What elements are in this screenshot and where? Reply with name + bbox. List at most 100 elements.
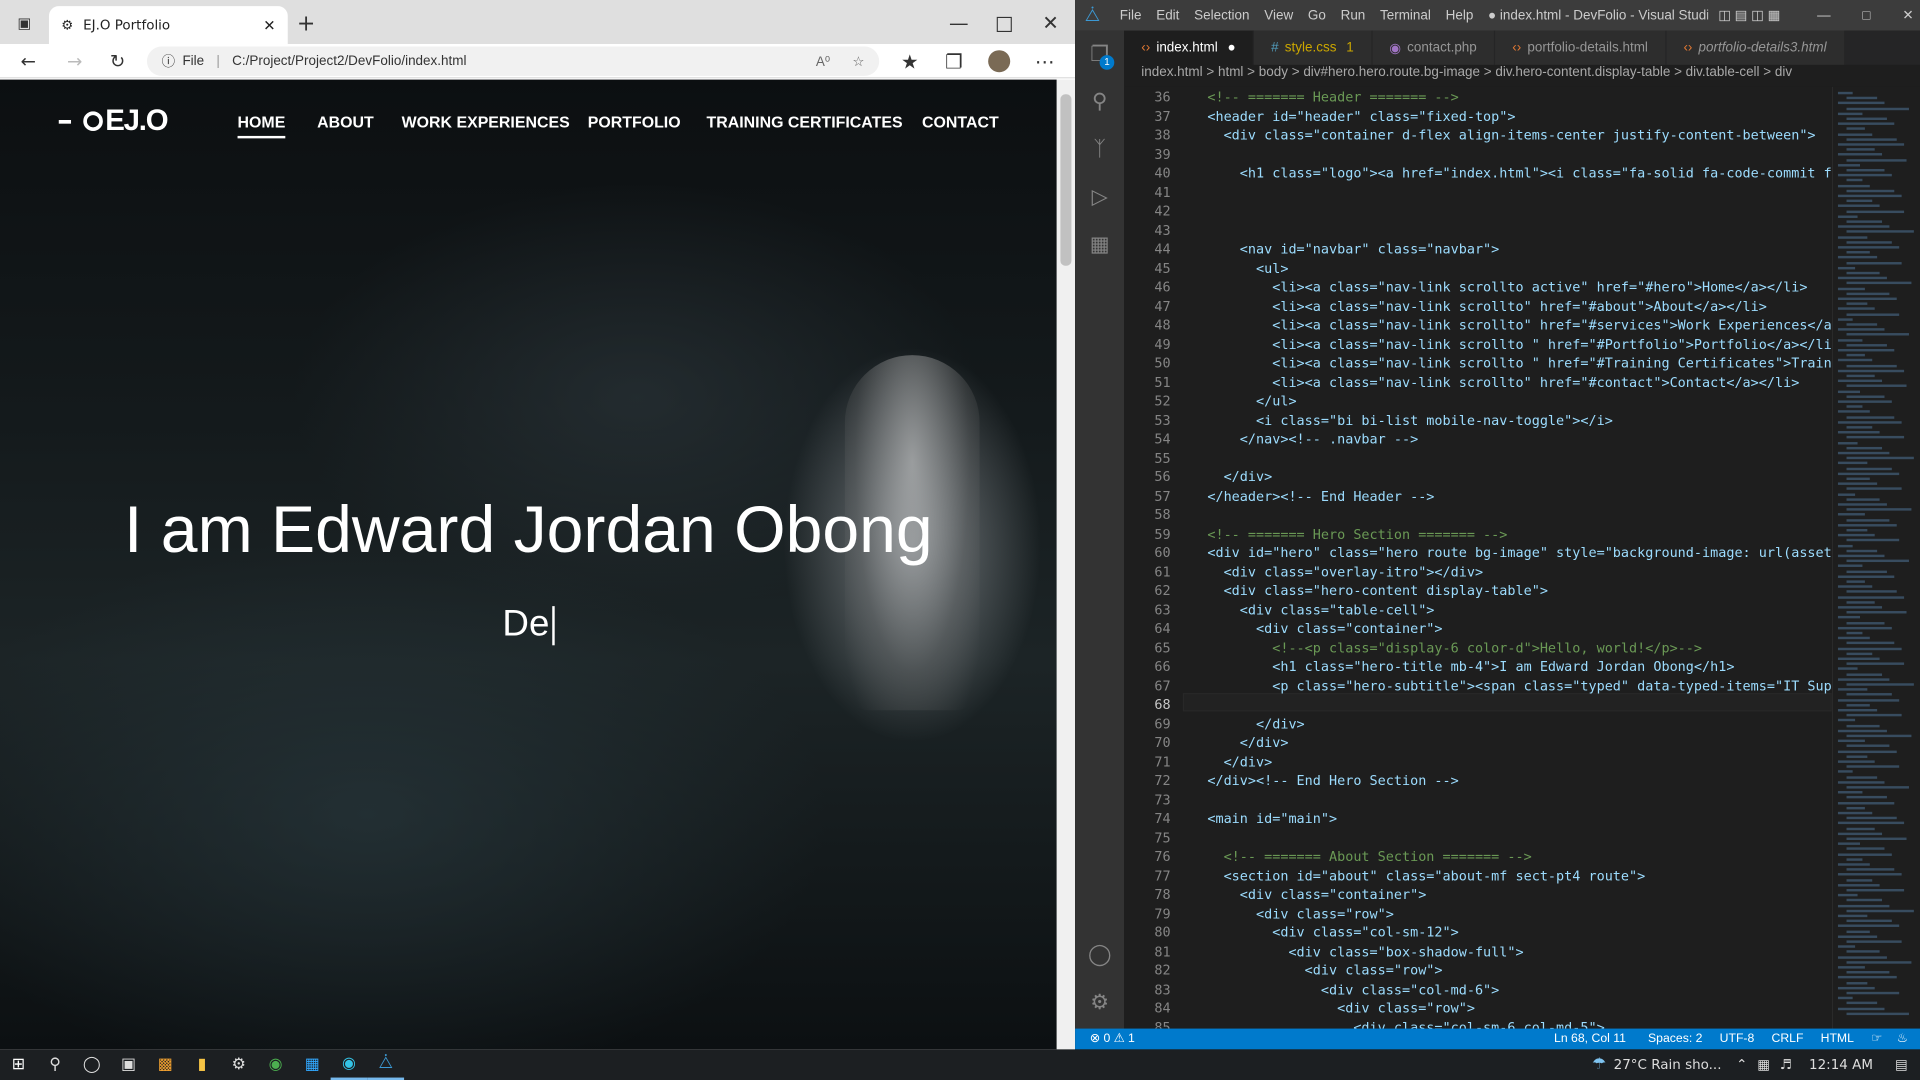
code-line[interactable]: <h1 class="hero-title mb-4">I am Edward … bbox=[1207, 659, 1734, 675]
code-line[interactable]: <i class="bi bi-list mobile-nav-toggle">… bbox=[1207, 412, 1613, 428]
start-windows-icon[interactable]: ⊞ bbox=[0, 1049, 37, 1080]
feedback-icon[interactable]: ☞ bbox=[1871, 1032, 1882, 1045]
weather-text[interactable]: 27°C Rain sho... bbox=[1614, 1057, 1722, 1073]
code-line[interactable]: <ul> bbox=[1207, 260, 1288, 276]
tab-close-icon[interactable]: ✕ bbox=[263, 17, 275, 34]
menu-selection[interactable]: Selection bbox=[1187, 8, 1257, 23]
vscode-maximize-icon[interactable]: □ bbox=[1862, 8, 1870, 23]
menu-help[interactable]: Help bbox=[1438, 8, 1480, 23]
code-line[interactable]: <!-- ======= About Section ======= --> bbox=[1207, 849, 1532, 865]
nav-home[interactable]: HOME bbox=[237, 113, 286, 139]
code-line[interactable]: <li><a class="nav-link scrollto" href="#… bbox=[1207, 374, 1799, 390]
code-line[interactable]: <div id="hero" class="hero route bg-imag… bbox=[1207, 545, 1831, 561]
read-aloud-icon[interactable]: A⁰ bbox=[816, 53, 830, 69]
tab-portfolio-details3[interactable]: ‹› portfolio-details3.html bbox=[1666, 30, 1845, 65]
menu-terminal[interactable]: Terminal bbox=[1373, 8, 1439, 23]
chrome-icon[interactable]: ◉ bbox=[257, 1049, 294, 1080]
code-line[interactable]: </div> bbox=[1207, 716, 1305, 732]
tray-chevron-icon[interactable]: ⌃ bbox=[1736, 1057, 1747, 1073]
menu-run[interactable]: Run bbox=[1333, 8, 1372, 23]
unsaved-dot[interactable]: ● bbox=[1228, 40, 1236, 55]
menu-view[interactable]: View bbox=[1257, 8, 1301, 23]
menu-edit[interactable]: Edit bbox=[1149, 8, 1187, 23]
code-line[interactable]: </ul> bbox=[1207, 393, 1297, 409]
code-editor[interactable]: 36 <!-- ======= Header ======= --> 37 <head… bbox=[1124, 86, 1832, 1029]
source-control-icon[interactable]: ᛉ bbox=[1085, 135, 1114, 164]
run-debug-icon[interactable]: ▷ bbox=[1085, 182, 1114, 211]
scrollbar-thumb[interactable] bbox=[1060, 94, 1072, 266]
close-window-icon[interactable]: ✕ bbox=[1038, 10, 1062, 34]
tab-style-css[interactable]: # style.css 1 bbox=[1254, 30, 1373, 65]
code-line[interactable]: <div class="col-md-6"> bbox=[1207, 981, 1499, 997]
cursor-position[interactable]: Ln 68, Col 11 bbox=[1554, 1032, 1626, 1045]
search-icon[interactable]: ⚲ bbox=[1085, 87, 1114, 116]
xampp-icon[interactable]: ▩ bbox=[147, 1049, 184, 1080]
code-line[interactable]: <nav id="navbar" class="navbar"> bbox=[1207, 241, 1500, 257]
encoding-status[interactable]: UTF-8 bbox=[1720, 1032, 1755, 1045]
nav-training-certificates[interactable]: TRAINING CERTIFICATES bbox=[707, 113, 903, 131]
language-mode[interactable]: HTML bbox=[1821, 1032, 1854, 1045]
code-line[interactable]: <header id="header" class="fixed-top"> bbox=[1207, 108, 1515, 124]
code-line[interactable]: <li><a class="nav-link scrollto active" … bbox=[1207, 279, 1807, 295]
vscode-taskbar-icon[interactable]: ⧊ bbox=[367, 1049, 405, 1080]
code-line[interactable]: <!--<p class="display-6 color-d">Hello, … bbox=[1207, 640, 1702, 656]
file-explorer-icon[interactable]: ▮ bbox=[184, 1049, 221, 1080]
minimize-icon[interactable]: — bbox=[947, 10, 971, 34]
forward-icon[interactable]: → bbox=[61, 49, 88, 73]
code-line[interactable]: <li><a class="nav-link scrollto " href="… bbox=[1207, 355, 1832, 371]
layout-toggle-icons[interactable]: ◫ ▤ ◫ ▦ bbox=[1718, 7, 1780, 24]
tab-index-html[interactable]: ‹› index.html ● bbox=[1124, 30, 1255, 65]
notifications-bell-icon[interactable]: ♨ bbox=[1897, 1032, 1908, 1045]
cortana-icon[interactable]: ◯ bbox=[73, 1049, 110, 1080]
favorite-star-icon[interactable]: ☆ bbox=[852, 53, 864, 69]
tab-actions-icon[interactable]: ▣ bbox=[12, 11, 36, 35]
code-line[interactable]: </nav><!-- .navbar --> bbox=[1207, 431, 1418, 447]
refresh-icon[interactable]: ↻ bbox=[104, 49, 131, 73]
code-line[interactable]: <!-- ======= Header ======= --> bbox=[1207, 89, 1458, 105]
code-line[interactable]: <h1 class="logo"><a href="index.html"><i… bbox=[1207, 165, 1832, 181]
code-line[interactable]: </div> bbox=[1207, 735, 1289, 751]
code-line[interactable]: <div class="box-shadow-full"> bbox=[1207, 943, 1523, 959]
code-line[interactable]: <li><a class="nav-link scrollto" href="#… bbox=[1207, 298, 1767, 314]
favorites-icon[interactable]: ★ bbox=[898, 49, 922, 73]
code-line[interactable]: <p class="hero-subtitle"><span class="ty… bbox=[1207, 678, 1832, 694]
eol-status[interactable]: CRLF bbox=[1771, 1032, 1803, 1045]
minimap[interactable] bbox=[1831, 86, 1920, 1029]
settings-gear-icon[interactable]: ⚙ bbox=[1085, 988, 1114, 1017]
menu-go[interactable]: Go bbox=[1301, 8, 1334, 23]
photoshop-icon[interactable]: ▦ bbox=[294, 1049, 331, 1080]
code-line[interactable]: <div class="container"> bbox=[1207, 887, 1427, 903]
profile-avatar[interactable] bbox=[987, 49, 1011, 73]
code-line[interactable]: <div class="row"> bbox=[1207, 906, 1394, 922]
notification-center-icon[interactable]: ▤ bbox=[1895, 1057, 1908, 1073]
code-line[interactable]: <li><a class="nav-link scrollto" href="#… bbox=[1207, 317, 1832, 333]
code-line[interactable]: </div> bbox=[1207, 754, 1273, 770]
code-line[interactable]: </header><!-- End Header --> bbox=[1207, 488, 1434, 504]
browser-tab-active[interactable]: ⚙ EJ.O Portfolio ✕ bbox=[48, 6, 288, 45]
page-scrollbar[interactable] bbox=[1056, 79, 1076, 1050]
tray-volume-icon[interactable]: ♬ bbox=[1780, 1057, 1792, 1073]
tab-portfolio-details[interactable]: ‹› portfolio-details.html bbox=[1495, 30, 1667, 65]
address-bar[interactable]: ⓘ File | C:/Project/Project2/DevFolio/in… bbox=[146, 46, 880, 76]
back-icon[interactable]: ← bbox=[15, 49, 42, 73]
maximize-icon[interactable]: □ bbox=[992, 10, 1016, 34]
nav-about[interactable]: ABOUT bbox=[317, 113, 374, 131]
tray-network-icon[interactable]: ▦ bbox=[1757, 1057, 1770, 1073]
code-line[interactable]: <!-- ======= Hero Section ======= --> bbox=[1207, 526, 1507, 542]
menu-file[interactable]: File bbox=[1112, 8, 1148, 23]
code-line[interactable]: <div class="row"> bbox=[1207, 962, 1443, 978]
breadcrumb[interactable]: index.html > html > body > div#hero.hero… bbox=[1124, 64, 1920, 87]
clock[interactable]: 12:14 AM bbox=[1809, 1057, 1873, 1073]
extensions-icon[interactable]: ▦ bbox=[1085, 230, 1114, 259]
code-line[interactable]: </div> bbox=[1207, 469, 1273, 485]
collections-icon[interactable]: ❐ bbox=[942, 49, 966, 73]
code-line[interactable]: <section id="about" class="about-mf sect… bbox=[1207, 868, 1646, 884]
nav-contact[interactable]: CONTACT bbox=[922, 113, 999, 131]
code-line[interactable]: <main id="main"> bbox=[1207, 811, 1337, 827]
edge-icon[interactable]: ◉ bbox=[330, 1049, 368, 1080]
more-menu-icon[interactable]: ⋯ bbox=[1032, 49, 1056, 73]
code-line[interactable]: <div class="hero-content display-table"> bbox=[1207, 583, 1548, 599]
accounts-icon[interactable]: ◯ bbox=[1085, 940, 1114, 969]
code-line[interactable]: <div class="container"> bbox=[1207, 621, 1443, 637]
nav-portfolio[interactable]: PORTFOLIO bbox=[588, 113, 681, 131]
